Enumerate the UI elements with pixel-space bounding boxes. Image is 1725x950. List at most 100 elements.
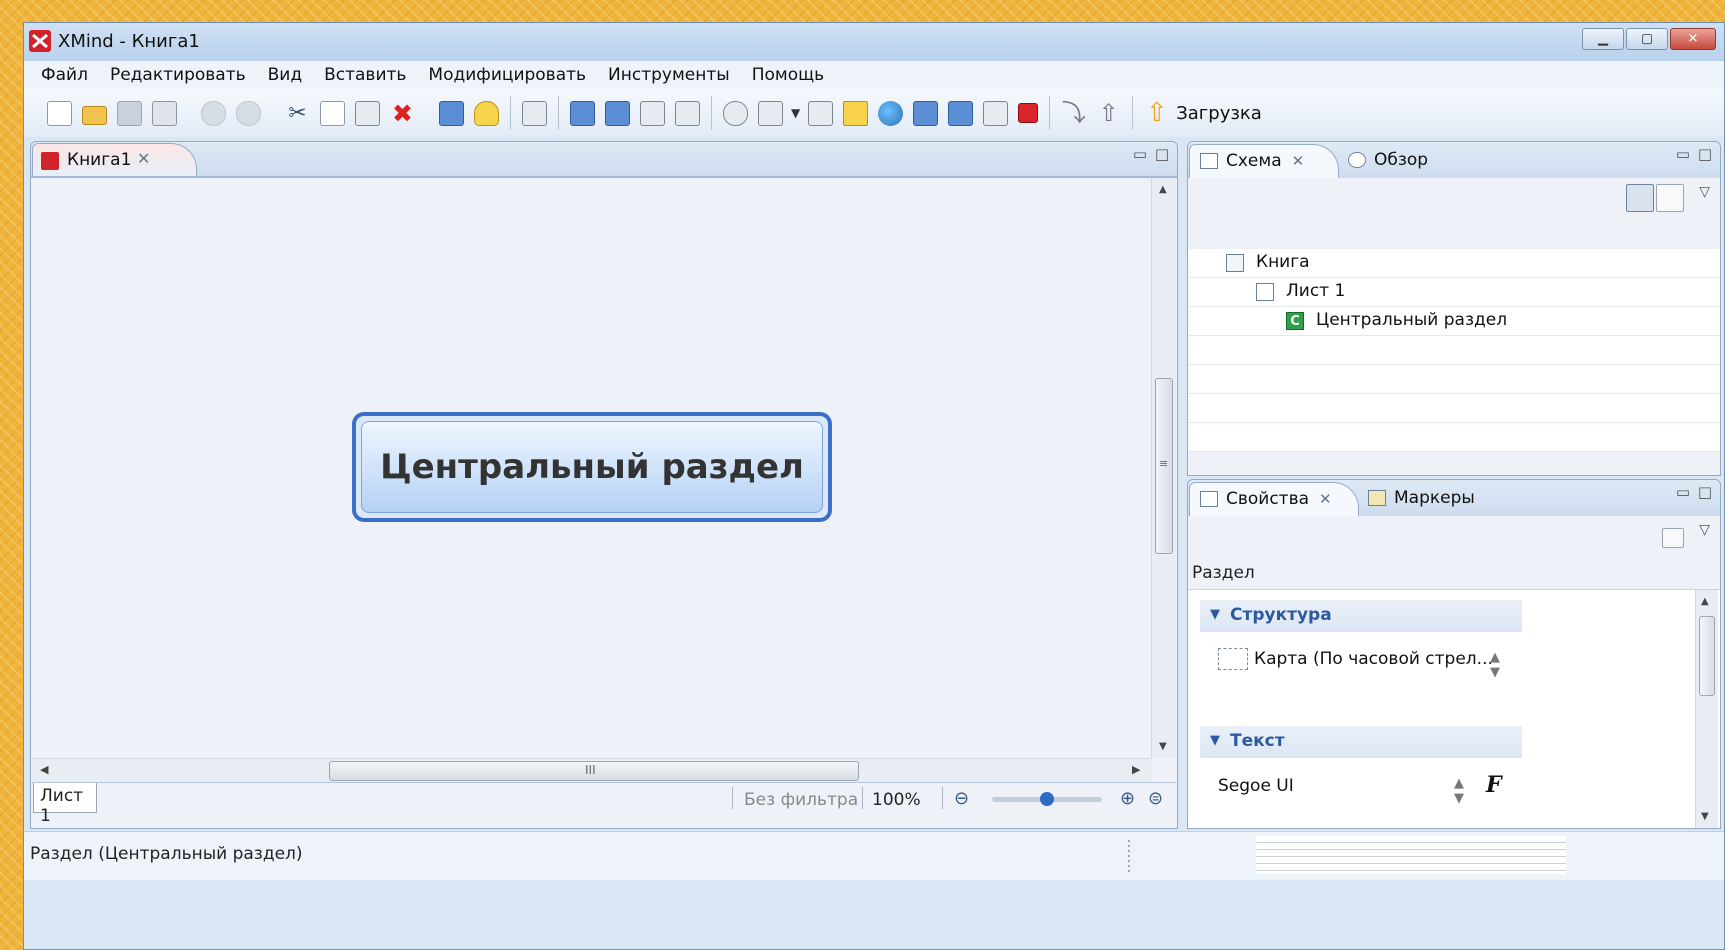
vertical-scroll-thumb[interactable]: ≡ [1155, 378, 1173, 554]
boundary-icon[interactable] [913, 100, 939, 126]
menu-tools[interactable]: Инструменты [597, 65, 741, 85]
insert-before-icon[interactable] [640, 100, 665, 126]
view-menu-icon[interactable]: ▽ [1699, 522, 1710, 538]
tab-close-icon[interactable]: ✕ [1319, 490, 1332, 508]
delete-icon[interactable]: ✖ [390, 101, 415, 126]
maximize-button[interactable]: ▢ [1626, 28, 1668, 50]
spinner-icon[interactable]: ▲ ▼ [1454, 776, 1464, 806]
section-text[interactable]: ▼ Текст [1200, 726, 1522, 758]
menu-insert[interactable]: Вставить [313, 65, 417, 85]
minimize-button[interactable]: ▁ [1582, 28, 1624, 50]
structure-select[interactable]: Карта (По часовой стрел... [1218, 648, 1493, 670]
properties-scroll-thumb[interactable] [1699, 616, 1715, 696]
close-button[interactable]: ✕ [1670, 28, 1716, 50]
tab-markers-label: Маркеры [1394, 488, 1475, 508]
tab-workbook[interactable]: Книга1 ✕ [32, 143, 197, 176]
minimize-pane-icon[interactable]: ▭ [1133, 145, 1147, 163]
font-select[interactable]: Segoe UI [1218, 776, 1294, 796]
maximize-pane-icon[interactable]: □ [1155, 145, 1169, 163]
section-structure[interactable]: ▼ Структура [1200, 600, 1522, 632]
tab-overview[interactable]: Обзор [1338, 144, 1448, 178]
tab-outline-label: Схема [1226, 151, 1282, 171]
scroll-down-icon[interactable]: ▼ [1701, 811, 1709, 822]
drill-down-icon[interactable] [522, 100, 547, 126]
summary-icon[interactable] [948, 100, 974, 126]
chevron-down-icon[interactable]: ▼ [791, 106, 800, 120]
sheet-tab[interactable]: Лист 1 [33, 783, 97, 826]
redo-icon[interactable] [236, 100, 261, 126]
menu-modify[interactable]: Модифицировать [417, 65, 597, 85]
maximize-pane-icon[interactable]: □ [1698, 145, 1712, 163]
tree-item-sheet[interactable]: Лист 1 [1188, 278, 1720, 307]
list-view-icon[interactable] [1656, 184, 1684, 212]
tree-item-workbook[interactable]: Книга [1188, 249, 1720, 278]
scroll-right-icon[interactable]: ▶ [1132, 763, 1140, 776]
presentation-icon[interactable] [439, 100, 464, 126]
horizontal-scrollbar[interactable]: ◀ III ▶ [32, 758, 1152, 783]
new-icon[interactable] [47, 100, 72, 126]
move-up-icon[interactable]: ⇧ [1096, 100, 1121, 126]
scroll-down-icon[interactable]: ▼ [1159, 741, 1167, 752]
toolbar-separator [510, 96, 511, 130]
tab-markers[interactable]: Маркеры [1358, 482, 1488, 516]
menu-help[interactable]: Помощь [741, 65, 835, 85]
paste-icon[interactable] [355, 100, 380, 126]
tab-close-icon[interactable]: ✕ [1292, 152, 1305, 170]
tab-outline[interactable]: Схема ✕ [1189, 144, 1339, 178]
move-down-icon[interactable]: ⤵ [1061, 100, 1086, 126]
filter-dropdown[interactable]: Без фильтра [744, 790, 858, 810]
edit-style-icon[interactable] [1662, 528, 1684, 548]
tree-view-icon[interactable] [1626, 184, 1654, 212]
zoom-slider-handle[interactable] [1040, 792, 1054, 806]
minimize-pane-icon[interactable]: ▭ [1676, 483, 1690, 501]
zoom-out-icon[interactable]: ⊖ [954, 788, 969, 809]
note-icon[interactable] [843, 100, 869, 126]
upload-icon[interactable]: ⇧ [1144, 100, 1169, 126]
label-icon[interactable] [983, 100, 1009, 126]
save-icon[interactable] [117, 100, 142, 126]
tab-close-icon[interactable]: ✕ [137, 149, 150, 168]
insert-parent-icon[interactable] [675, 100, 700, 126]
spinner-icon[interactable]: ▲ ▼ [1490, 650, 1500, 680]
copy-icon[interactable] [320, 100, 345, 126]
horizontal-scroll-thumb[interactable]: III [329, 761, 859, 781]
stop-icon[interactable] [1018, 103, 1039, 123]
zoom-fit-icon[interactable]: ⊜ [1148, 788, 1163, 809]
scroll-left-icon[interactable]: ◀ [40, 763, 48, 776]
scroll-up-icon[interactable]: ▲ [1159, 184, 1167, 195]
upload-button[interactable]: Загрузка [1176, 103, 1262, 124]
xmind-file-icon [41, 152, 59, 170]
open-icon[interactable] [82, 105, 107, 125]
minimize-pane-icon[interactable]: ▭ [1676, 145, 1690, 163]
tab-properties[interactable]: Свойства ✕ [1189, 482, 1359, 516]
tab-overview-label: Обзор [1374, 150, 1429, 170]
window-controls: ▁ ▢ ✕ [1582, 28, 1716, 50]
font-dialog-button[interactable]: F [1486, 772, 1502, 798]
central-topic[interactable]: Центральный раздел [352, 412, 832, 522]
maximize-pane-icon[interactable]: □ [1698, 483, 1712, 501]
properties-scrollbar[interactable]: ▲ ▼ [1695, 590, 1718, 828]
idea-icon[interactable] [474, 100, 499, 126]
print-icon[interactable] [152, 100, 177, 126]
image-icon[interactable] [758, 100, 783, 126]
view-menu-icon[interactable]: ▽ [1699, 184, 1710, 200]
scroll-up-icon[interactable]: ▲ [1701, 596, 1709, 607]
relationship-icon[interactable] [808, 100, 834, 126]
hyperlink-icon[interactable] [878, 100, 904, 126]
tree-item-central-topic[interactable]: C Центральный раздел [1188, 307, 1720, 336]
menu-edit[interactable]: Редактировать [99, 65, 257, 85]
menu-file[interactable]: Файл [30, 65, 99, 85]
vertical-scrollbar[interactable]: ▲ ≡ ▼ [1151, 178, 1176, 758]
zoom-level[interactable]: 100% [872, 790, 921, 810]
undo-icon[interactable] [201, 100, 226, 126]
map-editor: Книга1 ✕ ▭ □ Центральный раздел ▲ ≡ ▼ ◀ … [30, 141, 1178, 829]
insert-topic-icon[interactable] [570, 100, 595, 126]
map-canvas[interactable]: Центральный раздел [32, 178, 1152, 758]
attachment-icon[interactable] [723, 100, 748, 126]
insert-subtopic-icon[interactable] [605, 100, 630, 126]
cut-icon[interactable]: ✂ [285, 101, 310, 126]
zoom-in-icon[interactable]: ⊕ [1120, 788, 1135, 809]
toolbar-separator [1132, 96, 1134, 130]
menu-view[interactable]: Вид [257, 65, 313, 85]
title-bar[interactable]: XMind - Книга1 ▁ ▢ ✕ [24, 23, 1724, 61]
